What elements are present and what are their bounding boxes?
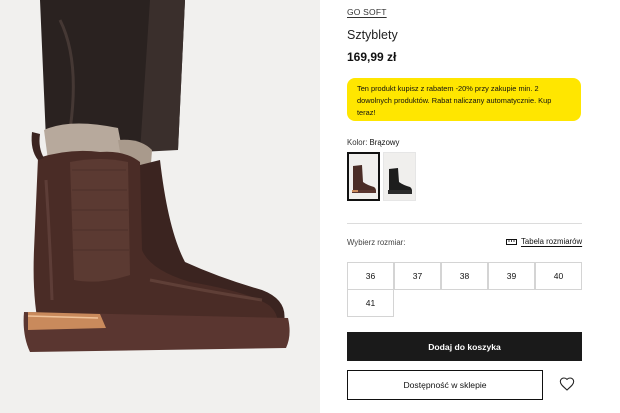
size-table-link[interactable]: Tabela rozmiarów [506,237,582,246]
size-option-39[interactable]: 39 [488,262,535,290]
product-info-panel: GO SOFT Sztyblety 169,99 zł Ten produkt … [347,0,583,413]
size-table-label: Tabela rozmiarów [521,237,583,246]
color-label: Kolor: Brązowy [347,138,399,147]
brand-link[interactable]: GO SOFT [347,7,387,17]
size-option-40[interactable]: 40 [535,262,582,290]
color-selected-value: Brązowy [369,138,400,147]
size-option-37[interactable]: 37 [394,262,441,290]
promo-text: Ten produkt kupisz z rabatem -20% przy z… [357,84,552,117]
size-option-36[interactable]: 36 [347,262,394,290]
store-availability-button[interactable]: Dostępność w sklepie [347,370,543,400]
size-option-38[interactable]: 38 [441,262,488,290]
wishlist-button[interactable] [559,376,575,392]
ruler-icon [506,238,517,245]
size-label: Wybierz rozmiar: [347,238,406,247]
promo-banner: Ten produkt kupisz z rabatem -20% przy z… [347,78,581,121]
heart-icon [559,377,575,391]
color-swatch-black[interactable] [383,152,416,201]
boot-photo [0,0,320,413]
size-option-41[interactable]: 41 [347,289,394,317]
product-title: Sztyblety [347,28,398,42]
add-to-cart-button[interactable]: Dodaj do koszyka [347,332,582,361]
section-divider [347,223,582,224]
product-price: 169,99 zł [347,50,397,64]
product-image [0,0,320,413]
color-label-prefix: Kolor: [347,138,368,147]
color-swatch-brown[interactable] [347,152,380,201]
black-boot-icon [388,168,412,194]
brown-boot-icon [352,165,376,193]
